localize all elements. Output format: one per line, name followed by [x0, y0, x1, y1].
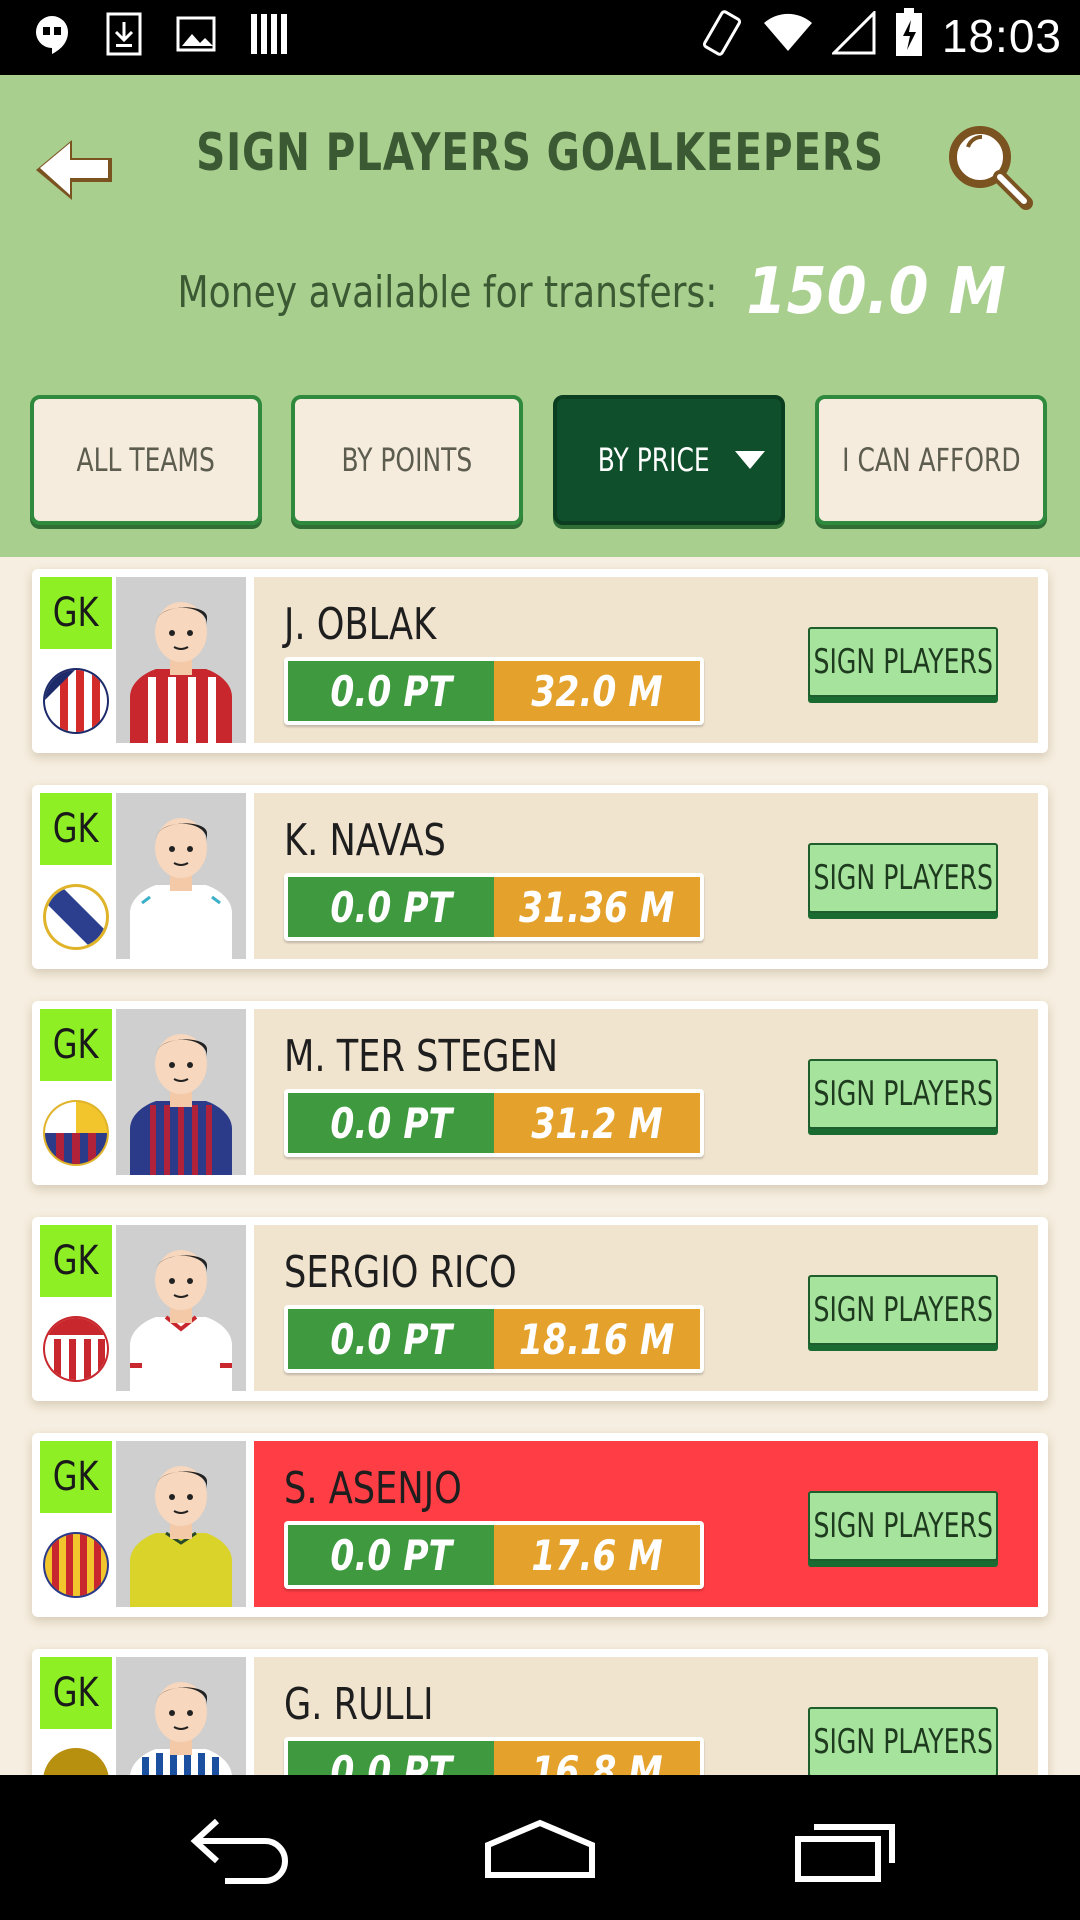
player-photo: [116, 577, 246, 743]
status-bar: 18:03: [0, 0, 1080, 75]
filter-by-price[interactable]: BY PRICE: [553, 395, 785, 525]
position-badge: GK: [40, 1441, 112, 1513]
vibrate-icon: [700, 9, 744, 62]
money-value: 150.0 M: [746, 255, 1007, 329]
back-button[interactable]: [30, 130, 120, 210]
player-points: 0.0 PT: [288, 1309, 494, 1369]
player-card[interactable]: GK M. TER STEGEN 0.0 PT 31.2 M SIGN PLAY…: [32, 1001, 1048, 1185]
position-badge: GK: [40, 793, 112, 865]
back-nav-button[interactable]: [170, 1805, 310, 1895]
image-icon: [174, 12, 218, 56]
player-points: 0.0 PT: [288, 877, 494, 937]
download-icon: [102, 12, 146, 56]
header: SIGN PLAYERS GOALKEEPERS Money available…: [0, 75, 1080, 557]
position-badge: GK: [40, 1657, 112, 1729]
player-points: 0.0 PT: [288, 1741, 494, 1775]
player-stats: 0.0 PT 16.8 M: [284, 1737, 704, 1775]
player-stats: 0.0 PT 17.6 M: [284, 1521, 704, 1589]
sign-player-button[interactable]: SIGN PLAYERS: [808, 1059, 998, 1129]
player-info: S. ASENJO 0.0 PT 17.6 M SIGN PLAYERS: [254, 1441, 1038, 1607]
player-list[interactable]: GK J. OBLAK 0.0 PT 32.0 M SIGN PLAYERS G…: [0, 557, 1080, 1775]
notification-icons: [30, 12, 290, 56]
navigation-bar: [0, 1775, 1080, 1920]
position-badge: GK: [40, 1009, 112, 1081]
library-icon: [246, 12, 290, 56]
player-card[interactable]: GK SERGIO RICO 0.0 PT 18.16 M SIGN PLAYE…: [32, 1217, 1048, 1401]
filter-label: BY POINTS: [341, 441, 473, 479]
player-info: K. NAVAS 0.0 PT 31.36 M SIGN PLAYERS: [254, 793, 1038, 959]
player-card[interactable]: GK J. OBLAK 0.0 PT 32.0 M SIGN PLAYERS: [32, 569, 1048, 753]
player-points: 0.0 PT: [288, 661, 494, 721]
player-stats: 0.0 PT 32.0 M: [284, 657, 704, 725]
sevilla-crest-icon: [40, 1305, 112, 1393]
filter-by-points[interactable]: BY POINTS: [291, 395, 523, 525]
home-nav-button[interactable]: [470, 1805, 610, 1895]
player-name: J. OBLAK: [284, 599, 437, 650]
player-info: G. RULLI 0.0 PT 16.8 M SIGN PLAYERS: [254, 1657, 1038, 1775]
back-nav-icon: [190, 1818, 288, 1884]
search-button[interactable]: [940, 117, 1040, 217]
filter-bar: ALL TEAMS BY POINTS BY PRICE I CAN AFFOR…: [30, 395, 1050, 530]
sign-player-button[interactable]: SIGN PLAYERS: [808, 627, 998, 697]
atletico-crest-icon: [40, 657, 112, 745]
signal-icon: [830, 9, 876, 60]
player-name: S. ASENJO: [284, 1463, 462, 1514]
filter-all-teams[interactable]: ALL TEAMS: [30, 395, 262, 525]
player-stats: 0.0 PT 31.2 M: [284, 1089, 704, 1157]
player-price: 18.16 M: [494, 1309, 700, 1369]
home-nav-icon: [485, 1819, 595, 1878]
system-icons: 18:03: [700, 8, 1062, 63]
filter-label: BY PRICE: [598, 441, 710, 479]
filter-label: ALL TEAMS: [76, 441, 216, 479]
search-icon: [949, 126, 1033, 210]
position-badge: GK: [40, 1225, 112, 1297]
recents-nav-button[interactable]: [775, 1805, 915, 1895]
money-row: Money available for transfers: 150.0 M: [0, 255, 1080, 329]
real-sociedad-crest-icon: [40, 1737, 112, 1775]
player-photo: [116, 1225, 246, 1391]
sign-player-button[interactable]: SIGN PLAYERS: [808, 1491, 998, 1561]
sign-player-button[interactable]: SIGN PLAYERS: [808, 1707, 998, 1775]
player-photo: [116, 1657, 246, 1775]
sign-player-button[interactable]: SIGN PLAYERS: [808, 1275, 998, 1345]
player-price: 32.0 M: [494, 661, 700, 721]
filter-i-can-afford[interactable]: I CAN AFFORD: [815, 395, 1047, 525]
player-name: SERGIO RICO: [284, 1247, 517, 1298]
player-photo: [116, 1009, 246, 1175]
player-photo: [116, 793, 246, 959]
player-stats: 0.0 PT 18.16 M: [284, 1305, 704, 1373]
player-price: 31.2 M: [494, 1093, 700, 1153]
player-name: K. NAVAS: [284, 815, 446, 866]
page-title: SIGN PLAYERS GOALKEEPERS: [196, 123, 884, 183]
player-card[interactable]: GK G. RULLI 0.0 PT 16.8 M SIGN PLAYERS: [32, 1649, 1048, 1775]
filter-label: I CAN AFFORD: [841, 441, 1021, 479]
player-price: 17.6 M: [494, 1525, 700, 1585]
player-card[interactable]: GK K. NAVAS 0.0 PT 31.36 M SIGN PLAYERS: [32, 785, 1048, 969]
player-name: M. TER STEGEN: [284, 1031, 559, 1082]
back-arrow-icon: [36, 140, 112, 200]
player-card[interactable]: GK S. ASENJO 0.0 PT 17.6 M SIGN PLAYERS: [32, 1433, 1048, 1617]
sign-player-button[interactable]: SIGN PLAYERS: [808, 843, 998, 913]
recents-nav-icon: [795, 1824, 895, 1882]
clock: 18:03: [941, 9, 1062, 62]
player-stats: 0.0 PT 31.36 M: [284, 873, 704, 941]
battery-icon: [894, 8, 924, 63]
chevron-down-icon: [735, 451, 765, 469]
player-info: SERGIO RICO 0.0 PT 18.16 M SIGN PLAYERS: [254, 1225, 1038, 1391]
player-photo: [116, 1441, 246, 1607]
player-info: M. TER STEGEN 0.0 PT 31.2 M SIGN PLAYERS: [254, 1009, 1038, 1175]
money-label: Money available for transfers:: [177, 266, 718, 318]
villarreal-crest-icon: [40, 1521, 112, 1609]
wifi-icon: [762, 11, 814, 60]
player-price: 31.36 M: [494, 877, 700, 937]
player-points: 0.0 PT: [288, 1525, 494, 1585]
player-points: 0.0 PT: [288, 1093, 494, 1153]
player-info: J. OBLAK 0.0 PT 32.0 M SIGN PLAYERS: [254, 577, 1038, 743]
player-price: 16.8 M: [494, 1741, 700, 1775]
espanyol-crest-icon: [40, 873, 112, 961]
barcelona-crest-icon: [40, 1089, 112, 1177]
hangouts-icon: [30, 12, 74, 56]
position-badge: GK: [40, 577, 112, 649]
player-name: G. RULLI: [284, 1679, 434, 1730]
